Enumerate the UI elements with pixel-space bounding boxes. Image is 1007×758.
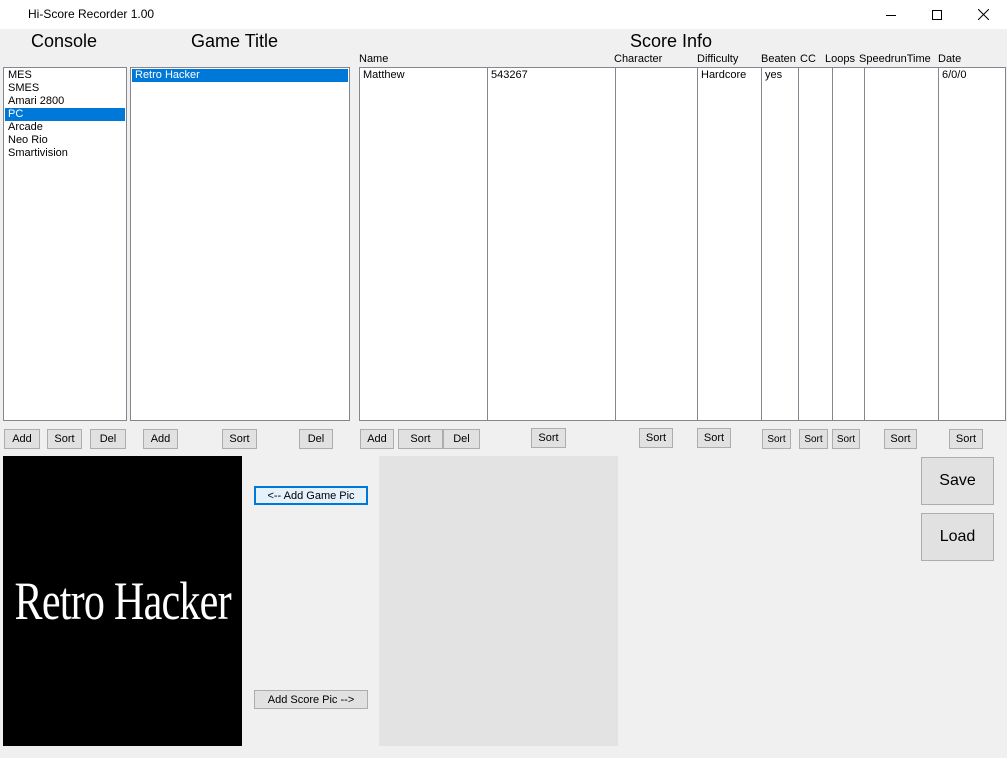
close-button[interactable] [960,0,1006,29]
score-date-listbox[interactable]: 6/0/0 [938,67,1006,421]
add-score-pic-button[interactable]: Add Score Pic --> [254,690,368,709]
list-item[interactable]: Neo Rio [5,134,125,147]
minimize-icon [886,14,896,16]
sort-value-button[interactable]: Sort [531,428,566,448]
console-heading: Console [31,31,98,51]
sort-loops-button[interactable]: Sort [832,429,860,449]
sort-beaten-button[interactable]: Sort [762,429,791,449]
score-difficulty-listbox[interactable]: Hardcore [697,67,762,421]
maximize-button[interactable] [914,0,960,29]
list-item[interactable]: Arcade [5,121,125,134]
col-header-loops: Loops [825,53,855,65]
list-item[interactable]: 543267 [488,69,615,82]
maximize-icon [932,9,942,20]
list-item[interactable]: yes [762,69,798,82]
game-sort-button[interactable]: Sort [222,429,257,449]
game-picture: Retro Hacker [3,456,242,746]
col-header-difficulty: Difficulty [697,53,739,65]
console-del-button[interactable]: Del [90,429,126,449]
list-item-selected[interactable]: PC [5,108,125,121]
col-header-beaten: Beaten [761,53,796,65]
console-sort-button[interactable]: Sort [47,429,82,449]
score-character-listbox[interactable] [615,67,698,421]
console-add-button[interactable]: Add [4,429,40,449]
list-item[interactable]: Amari 2800 [5,95,125,108]
score-loops-listbox[interactable] [832,67,865,421]
score-name-listbox[interactable]: Matthew [359,67,488,421]
score-speedrun-listbox[interactable] [864,67,939,421]
sort-date-button[interactable]: Sort [949,429,983,449]
list-item[interactable]: SMES [5,82,125,95]
list-item-selected[interactable]: Retro Hacker [132,69,348,82]
score-info-heading: Score Info [630,31,713,51]
minimize-button[interactable] [868,0,914,29]
col-header-name: Name [359,53,389,65]
sort-cc-button[interactable]: Sort [799,429,828,449]
load-button[interactable]: Load [921,513,994,561]
game-del-button[interactable]: Del [299,429,333,449]
game-title-listbox[interactable]: Retro Hacker [130,67,350,421]
col-header-cc: CC [800,53,816,65]
score-cc-listbox[interactable] [798,67,833,421]
sort-character-button[interactable]: Sort [639,428,673,448]
sort-speedrun-button[interactable]: Sort [884,429,917,449]
col-header-speedrun-time: SpeedrunTime [859,53,931,65]
score-add-button[interactable]: Add [360,429,394,449]
score-value-listbox[interactable]: 543267 [487,67,616,421]
add-game-pic-button[interactable]: <-- Add Game Pic [254,486,368,505]
list-item[interactable]: Matthew [360,69,487,82]
list-item[interactable]: Hardcore [698,69,761,82]
game-picture-text: Retro Hacker [14,571,231,631]
game-title-heading: Game Title [191,31,279,51]
list-item[interactable]: MES [5,69,125,82]
col-header-date: Date [938,53,962,65]
score-sort-button[interactable]: Sort [398,429,443,449]
score-picture [379,456,618,746]
score-del-button[interactable]: Del [443,429,480,449]
sort-difficulty-button[interactable]: Sort [697,428,731,448]
close-icon [977,9,989,20]
window-title: Hi-Score Recorder 1.00 [28,7,155,21]
save-button[interactable]: Save [921,457,994,505]
col-header-character: Character [614,53,663,65]
list-item[interactable]: 6/0/0 [939,69,1005,82]
score-beaten-listbox[interactable]: yes [761,67,799,421]
console-listbox[interactable]: MES SMES Amari 2800 PC Arcade Neo Rio Sm… [3,67,127,421]
game-add-button[interactable]: Add [143,429,178,449]
list-item[interactable]: Smartivision [5,147,125,160]
